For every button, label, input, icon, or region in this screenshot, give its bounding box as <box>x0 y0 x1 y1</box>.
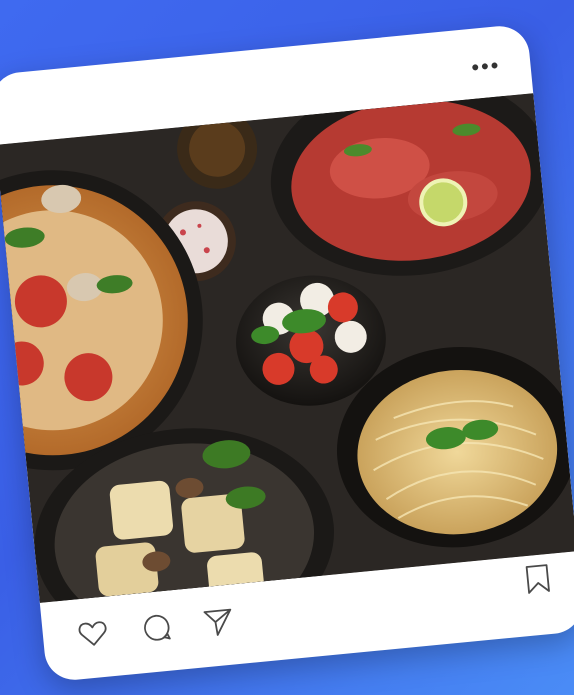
heart-icon[interactable] <box>76 616 111 651</box>
comment-icon[interactable] <box>139 610 174 645</box>
send-icon[interactable] <box>201 604 236 639</box>
food-photo-illustration <box>0 93 574 603</box>
more-options-icon[interactable]: ••• <box>470 52 501 80</box>
post-card: ••• <box>0 23 574 683</box>
post-image[interactable] <box>0 93 574 603</box>
bookmark-icon[interactable] <box>520 562 555 597</box>
